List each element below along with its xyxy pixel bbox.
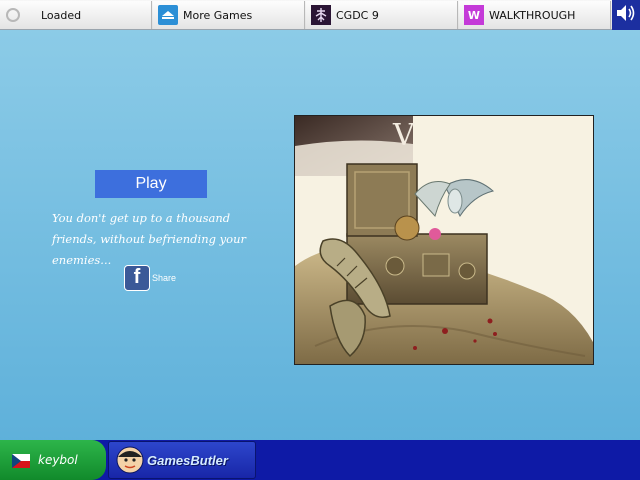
keybol-label: keybol [38,453,78,467]
share-label: Share [152,273,177,283]
bottom-bar: keybol GamesButler [0,440,640,480]
cgdc-logo-icon [311,5,331,25]
title-artwork: V [294,115,594,365]
walkthrough-icon: W [464,5,484,25]
games-icon [158,5,178,25]
tab-cgdc-label: CGDC 9 [336,8,379,22]
tab-walkthrough-label: WALKTHROUGH [489,8,576,22]
sound-toggle-button[interactable] [612,0,640,30]
treasure-chest-illustration [295,116,593,364]
tab-more-games-label: More Games [183,8,253,22]
facebook-icon: f [124,265,150,291]
tagline-text: You don't get up to a thousand friends, … [52,211,246,267]
speaker-icon [615,3,637,27]
keybol-sponsor-button[interactable]: keybol [0,440,106,480]
top-toolbar: Loaded More Games CGDC 9 W WALKTHROUGH [0,0,640,30]
play-button[interactable]: Play [95,170,207,198]
tab-loaded-label: Loaded [41,8,82,22]
tab-loaded: Loaded [0,1,152,29]
flag-icon [12,453,30,468]
gamesbutler-logo-button[interactable]: GamesButler [108,441,256,479]
facebook-share-button[interactable]: f Share [124,264,176,292]
loading-spinner-icon [6,8,20,22]
tab-cgdc[interactable]: CGDC 9 [306,1,458,29]
tab-walkthrough[interactable]: W WALKTHROUGH [459,1,611,29]
gamesbutler-label: GamesButler [147,452,228,468]
title-letter: V [393,118,415,153]
mascot-icon [115,445,145,475]
tab-more-games[interactable]: More Games [153,1,305,29]
